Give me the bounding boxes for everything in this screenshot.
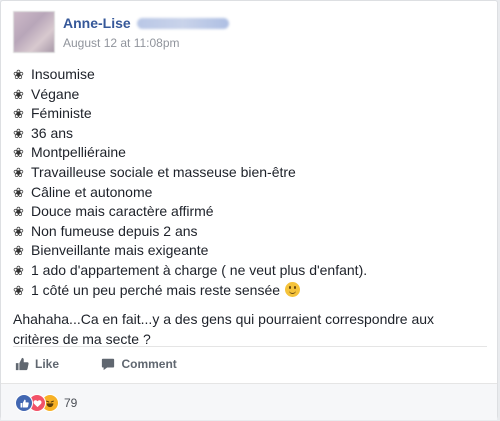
comment-button[interactable]: Comment [101,357,177,371]
list-item: ❀ Câline et autonome [13,183,487,203]
flower-bullet-icon: ❀ [13,86,24,102]
post-timestamp[interactable]: August 12 at 11:08pm [63,36,180,50]
post-body: ❀ Insoumise ❀ Végane ❀ Féministe ❀ 36 ans ❀ M… [13,65,487,349]
like-label: Like [35,357,60,371]
comment-bubble-icon [102,358,115,371]
list-item-text: Non fumeuse depuis 2 ans [31,222,198,239]
list-item: ❀ 36 ans [13,124,487,144]
author-name[interactable]: Anne-Lise [63,15,131,31]
list-item-text: Travailleuse sociale et masseuse bien-êt… [31,163,296,180]
list-item: ❀ Féministe [13,104,487,124]
list-item: ❀ Douce mais caractère affirmé [13,202,487,222]
like-button[interactable]: Like [15,357,59,371]
list-item-text: Féministe [31,105,92,122]
flower-bullet-icon: ❀ [13,204,24,220]
list-item-text: 1 ado d'appartement à charge ( ne veut p… [31,261,368,278]
list-item-text: Câline et autonome [31,183,153,200]
list-item: ❀ Végane [13,85,487,105]
flower-bullet-icon: ❀ [13,223,24,239]
list-item: ❀ 1 ado d'appartement à charge ( ne veut … [13,261,487,281]
list-item-text: 36 ans [31,124,74,141]
avatar[interactable] [13,11,55,53]
reaction-summary[interactable]: 79 [15,394,77,412]
post-card: Anne-Lise August 12 at 11:08pm ❀ Insoumis… [0,0,498,420]
flower-bullet-icon: ❀ [13,282,24,298]
reactions-bar: 79 [1,383,497,420]
flower-bullet-icon: ❀ [13,67,24,82]
reaction-count: 79 [64,396,78,410]
list-item: ❀ Bienveillante mais exigeante [13,241,487,261]
list-item-text: Montpelliéraine [31,144,126,161]
flower-bullet-icon: ❀ [13,106,24,122]
list-item-text: Végane [31,85,80,102]
divider [13,346,487,347]
list-item-text: Bienveillante mais exigeante [31,242,209,259]
list-item: ❀ Montpelliéraine [13,143,487,163]
list-item-text: 1 côté un peu perché mais reste sensée [31,281,281,298]
redacted-surname [136,18,229,30]
flower-bullet-icon: ❀ [13,125,24,141]
list-item: ❀ Non fumeuse depuis 2 ans [13,222,487,242]
list-item: ❀ Insoumise [13,65,487,85]
list-item-text: Insoumise [31,66,95,82]
post-header: Anne-Lise August 12 at 11:08pm [13,11,483,55]
flower-bullet-icon: ❀ [13,262,24,278]
post-item-list: ❀ Insoumise ❀ Végane ❀ Féministe ❀ 36 ans ❀ M… [13,65,487,300]
like-reaction-icon [15,394,33,412]
smiley-emoji-icon [285,281,301,297]
post-actions: Like Comment [15,357,215,377]
list-item: ❀ 1 côté un peu perché mais reste sensée [13,281,487,301]
thumbs-up-icon [15,357,29,371]
list-item: ❀ Travailleuse sociale et masseuse bien-ê… [13,163,487,183]
flower-bullet-icon: ❀ [13,243,24,259]
author-row: Anne-Lise [63,15,229,33]
list-item-text: Douce mais caractère affirmé [31,203,214,220]
comment-label: Comment [121,357,177,371]
flower-bullet-icon: ❀ [13,164,24,180]
post-closing-text: Ahahaha...Ca en fait...y a des gens qui … [13,311,435,347]
flower-bullet-icon: ❀ [13,145,24,161]
flower-bullet-icon: ❀ [13,184,24,200]
